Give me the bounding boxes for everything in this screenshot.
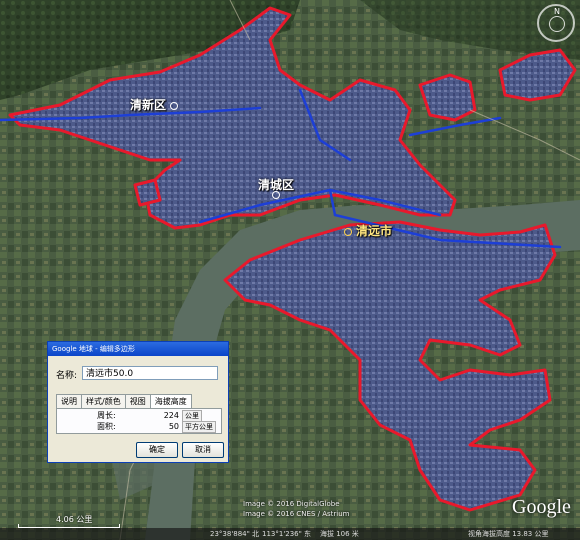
tab-view[interactable]: 视图 (124, 394, 151, 408)
name-label: 名称: (56, 371, 78, 381)
place-dot-icon (272, 191, 280, 199)
place-dot-icon (344, 227, 352, 236)
cancel-button[interactable]: 取消 (182, 442, 224, 458)
name-field[interactable]: 清远市50.0 (82, 366, 218, 380)
tab-altitude[interactable]: 海拔高度 (149, 394, 192, 408)
status-bar: 23°38'884" 北 113°1'236" 东 海拔 106 米 视角海拔高… (0, 528, 580, 540)
perimeter-value: 224 (163, 411, 179, 420)
place-label-qingxin: 清新区 (130, 96, 179, 113)
tab-style-color[interactable]: 样式/颜色 (81, 394, 126, 408)
perimeter-label: 周长: (97, 411, 116, 420)
imagery-credit: Image © 2016 DigitalGlobe (243, 500, 340, 508)
eye-altitude-readout: 视角海拔高度 13.83 公里 (468, 530, 549, 538)
area-unit-select[interactable]: 平方公里 (182, 421, 216, 433)
compass-icon[interactable]: N (537, 4, 575, 42)
dialog-title: Google 地球 - 编辑多边形 (48, 342, 228, 356)
ok-button[interactable]: 确定 (136, 442, 178, 458)
imagery-credit: Image © 2016 CNES / Astrium (243, 510, 350, 518)
compass-ring-icon (549, 16, 565, 32)
area-row: 面积: 50 平方公里 (97, 421, 216, 433)
latitude-readout: 23°38'884" 北 (210, 530, 260, 538)
area-value: 50 (168, 422, 179, 431)
dialog-tabs: 说明 样式/颜色 视图 海拔高度 (56, 394, 192, 408)
area-label: 面积: (97, 422, 116, 431)
tab-description[interactable]: 说明 (56, 394, 82, 408)
measurements-panel: 周长: 224 公里 面积: 50 平方公里 (56, 408, 222, 434)
elevation-readout: 海拔 106 米 (320, 530, 359, 538)
place-dot-icon (170, 101, 179, 110)
place-label-qingyuan: 清远市 (344, 222, 392, 239)
longitude-readout: 113°1'236" 东 (262, 530, 312, 538)
edit-polygon-dialog: Google 地球 - 编辑多边形 名称: 清远市50.0 说明 样式/颜色 视图海… (47, 341, 229, 463)
google-logo: Google (512, 496, 571, 518)
